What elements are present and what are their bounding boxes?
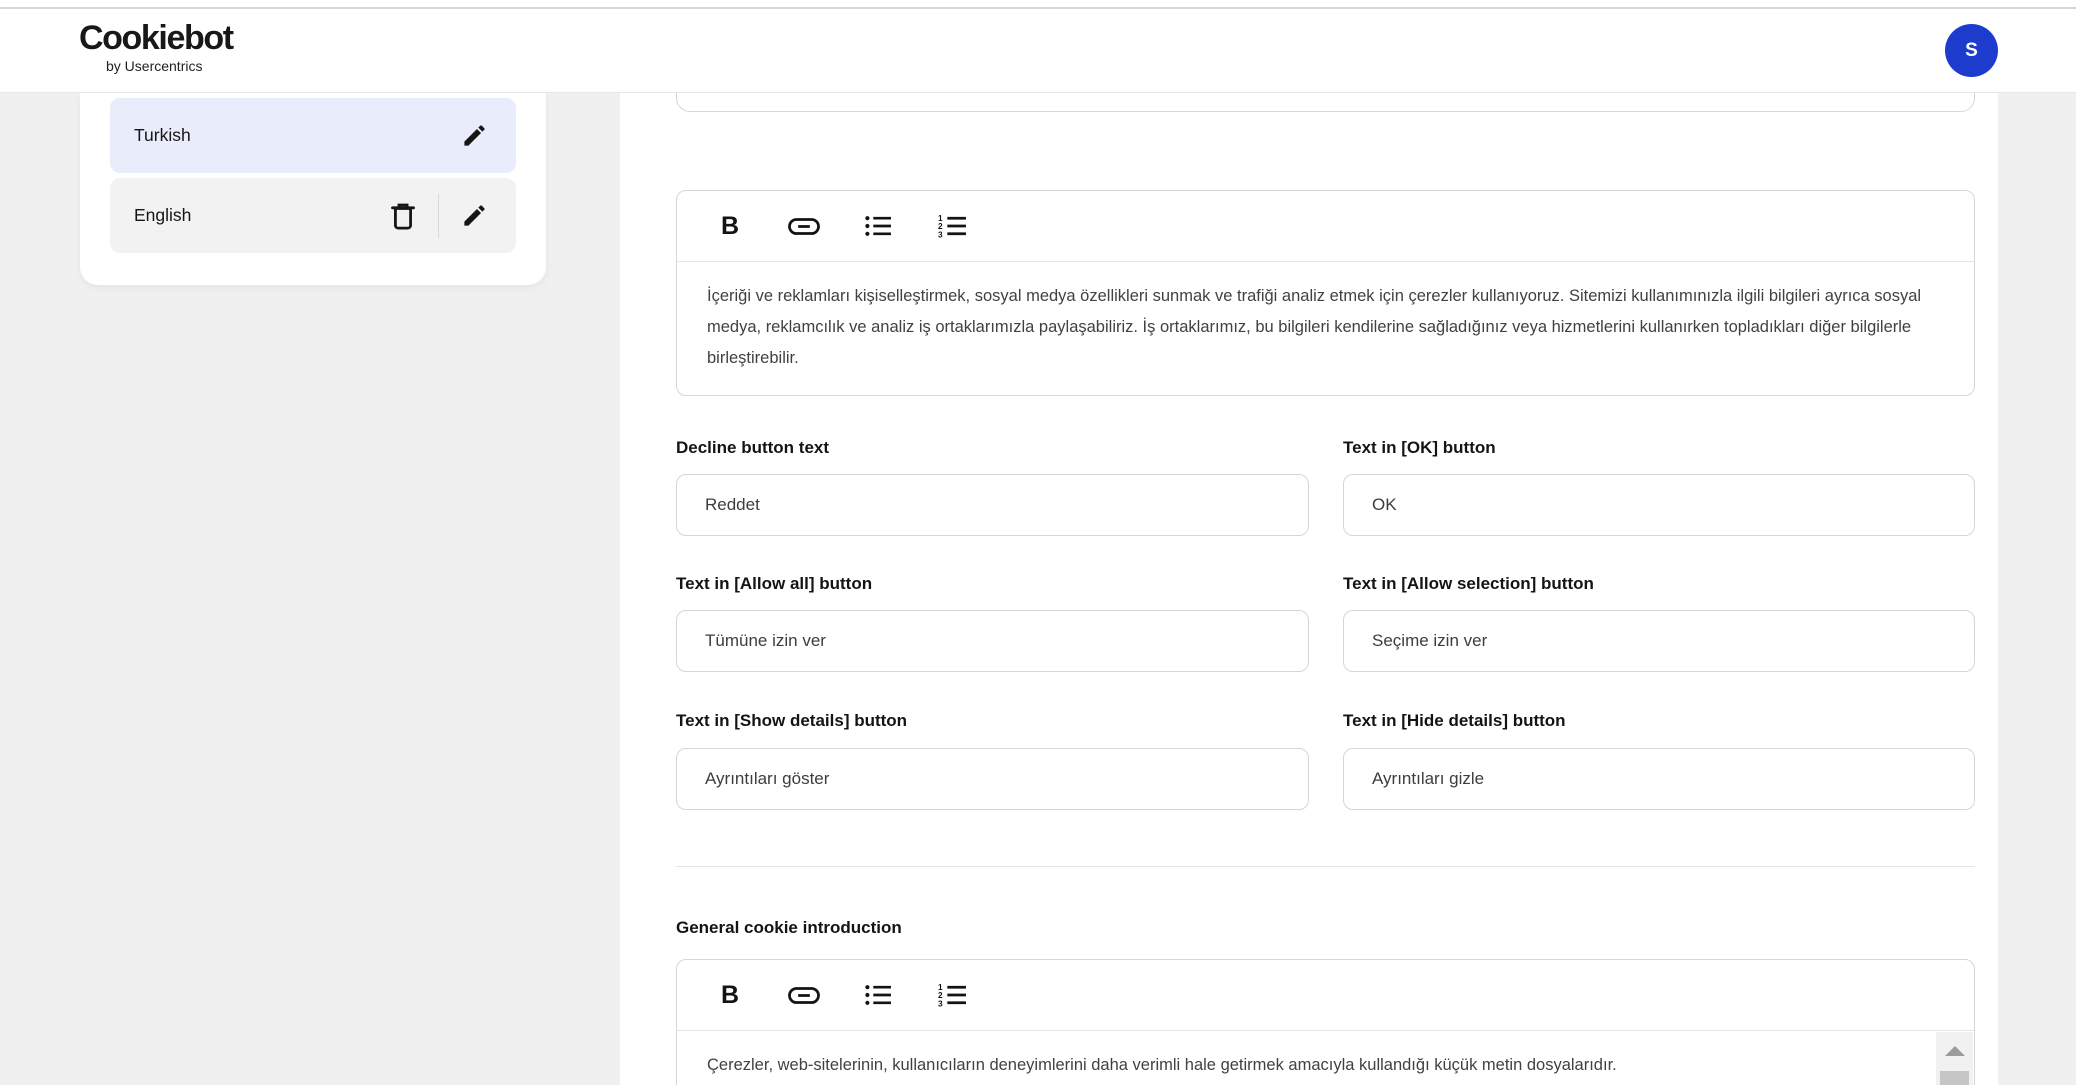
general-cookie-introduction-label: General cookie introduction <box>676 918 902 937</box>
language-label: English <box>134 205 192 225</box>
delete-language-button[interactable] <box>390 202 416 230</box>
actions-separator <box>438 193 439 238</box>
decline-button-text-label: Decline button text <box>676 438 830 457</box>
decline-button-text-input[interactable] <box>676 474 1309 536</box>
user-avatar[interactable]: S <box>1945 24 1998 77</box>
dialog-translation-form-panel: Dialog body text B <box>620 93 1998 1085</box>
allow-all-button-text-input[interactable] <box>676 610 1309 672</box>
logo-title: Cookiebot <box>79 19 234 57</box>
numbered-list-icon[interactable]: 1 2 3 <box>936 979 968 1011</box>
bold-glyph: B <box>720 980 740 1009</box>
section-divider <box>676 866 1975 867</box>
dialog-title-input-partial[interactable] <box>676 93 1975 112</box>
general-cookie-introduction-content[interactable]: Çerezler, web-sitelerinin, kullanıcıları… <box>677 1031 1974 1081</box>
hide-details-button-text-label: Text in [Hide details] button <box>1343 711 1566 730</box>
general-cookie-introduction-editor: B 1 2 3 Çerezler, web-sitelerinin, kulla… <box>676 959 1975 1085</box>
pencil-icon <box>461 202 488 229</box>
trash-icon <box>390 202 416 230</box>
cookiebot-logo: Cookiebot by Usercentrics <box>79 19 234 74</box>
language-label: Turkish <box>134 125 191 145</box>
scroll-up-arrow-icon[interactable] <box>1945 1046 1965 1056</box>
allow-selection-button-text-label: Text in [Allow selection] button <box>1343 574 1594 593</box>
bulleted-list-icon[interactable] <box>862 979 894 1011</box>
numbered-list-icon[interactable]: 1 2 3 <box>936 210 968 242</box>
bold-icon[interactable]: B <box>714 210 746 242</box>
edit-language-button[interactable] <box>461 122 488 149</box>
hide-details-button-text-input[interactable] <box>1343 748 1975 810</box>
link-icon[interactable] <box>788 979 820 1011</box>
link-icon[interactable] <box>788 210 820 242</box>
show-details-button-text-label: Text in [Show details] button <box>676 711 908 730</box>
editor-scrollbar[interactable] <box>1936 1032 1973 1085</box>
bold-glyph: B <box>720 211 740 240</box>
avatar-initial: S <box>1965 39 1978 61</box>
edit-language-button[interactable] <box>461 202 488 229</box>
app-header: Cookiebot by Usercentrics S <box>0 0 2076 93</box>
language-row-english[interactable]: English <box>110 178 516 253</box>
rich-text-toolbar: B 1 2 3 <box>677 960 1974 1031</box>
rich-text-toolbar: B 1 2 3 <box>677 191 1974 262</box>
header-top-divider <box>0 7 2076 9</box>
allow-all-button-text-label: Text in [Allow all] button <box>676 574 873 593</box>
bold-icon[interactable]: B <box>714 979 746 1011</box>
scrollbar-thumb[interactable] <box>1940 1071 1969 1085</box>
bulleted-list-icon[interactable] <box>862 210 894 242</box>
logo-subtitle: by Usercentrics <box>106 57 203 74</box>
ok-button-text-input[interactable] <box>1343 474 1975 536</box>
svg-text:3: 3 <box>938 230 943 238</box>
language-list-card: Turkish English <box>80 93 546 285</box>
dialog-body-rich-text-editor: B 1 2 3 İçeriği ve reklamları kişiselleş… <box>676 190 1975 396</box>
language-row-turkish[interactable]: Turkish <box>110 98 516 173</box>
svg-text:3: 3 <box>938 999 943 1007</box>
dialog-body-text-content[interactable]: İçeriği ve reklamları kişiselleştirmek, … <box>677 262 1974 374</box>
ok-button-text-label: Text in [OK] button <box>1343 438 1496 457</box>
allow-selection-button-text-input[interactable] <box>1343 610 1975 672</box>
cookiebot-dialog-settings-page: { "header": { "logo_title": "Cookiebot",… <box>0 0 2076 1085</box>
pencil-icon <box>461 122 488 149</box>
show-details-button-text-input[interactable] <box>676 748 1309 810</box>
